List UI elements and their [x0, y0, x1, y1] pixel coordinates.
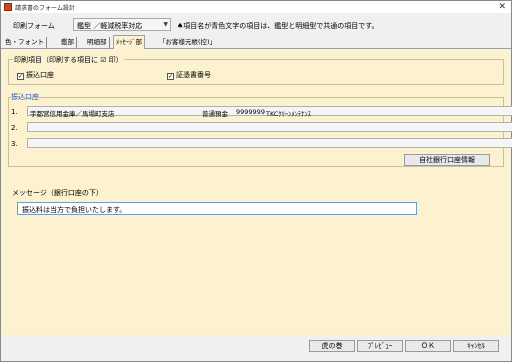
print-form-select[interactable]: 鑑型 ／軽減税率対応 ▼ — [73, 18, 171, 31]
bank-row-number: 3. — [11, 140, 18, 148]
tab-message[interactable]: ﾒｯｾｰｼﾞ部 — [113, 35, 145, 50]
bank-row-number: 1. — [11, 108, 18, 116]
message-panel: 印刷項目（印刷する項目に ☑ 印） ✓ 振込口座 ✓ 証憑書番号 振込口座 1. 宇… — [2, 49, 512, 335]
print-form-label: 印刷フォーム — [13, 22, 55, 30]
ok-button[interactable]: ＯＫ — [405, 340, 451, 352]
tab-color-font[interactable]: 色・フォント — [3, 37, 47, 49]
tips-button[interactable]: 虎の巻 — [309, 340, 355, 352]
tab-meisai[interactable]: 明細部 — [85, 37, 110, 49]
company-bank-info-button[interactable]: 自社銀行口座情報 — [404, 154, 490, 166]
bank-account-row-3[interactable]: ▼ — [27, 138, 512, 148]
tab-bar: 色・フォント 鑑部 明細部 ﾒｯｾｰｼﾞ部 「お客様元帳(控)」 — [1, 35, 511, 50]
dialog-window: 請求書のフォーム設計 ✕ 印刷フォーム 鑑型 ／軽減税率対応 ▼ ♠項目名が青色… — [0, 0, 512, 362]
account-holder: TKCｸﾘｰﾝﾒﾝﾃﾅﾝｽ — [266, 110, 311, 118]
checkbox-box[interactable]: ✓ — [167, 73, 174, 80]
bank-name: 宇都宮信用金庫／馬場町支店 — [30, 110, 115, 118]
print-items-group: 印刷項目（印刷する項目に ☑ 印） ✓ 振込口座 ✓ 証憑書番号 — [8, 55, 504, 85]
chevron-down-icon[interactable]: ▼ — [163, 21, 168, 28]
checkbox-label: 振込口座 — [26, 71, 54, 79]
print-items-label: 印刷項目（印刷する項目に ☑ 印） — [13, 55, 124, 65]
close-icon[interactable]: ✕ — [498, 1, 506, 13]
preview-button[interactable]: ﾌﾟﾚﾋﾞｭｰ — [357, 340, 403, 352]
window-title: 請求書のフォーム設計 — [15, 5, 75, 12]
title-bar: 請求書のフォーム設計 ✕ — [1, 1, 511, 13]
common-item-note: ♠項目名が青色文字の項目は、鑑型と明細型で共通の項目です。 — [177, 22, 379, 30]
tab-kagami[interactable]: 鑑部 — [59, 37, 77, 49]
checkbox-bank-account[interactable]: ✓ 振込口座 — [17, 70, 54, 80]
tab-customer-ledger[interactable]: 「お客様元帳(控)」 — [157, 37, 218, 49]
print-form-select-value: 鑑型 ／軽減税率対応 — [77, 22, 143, 30]
bank-account-row-1[interactable]: 宇都宮信用金庫／馬場町支店 普通預金 9999999 TKCｸﾘｰﾝﾒﾝﾃﾅﾝｽ… — [27, 106, 512, 118]
message-label: メッセージ（銀行口座の下） — [12, 189, 103, 197]
bank-row-number: 2. — [11, 124, 18, 132]
form-header: 印刷フォーム 鑑型 ／軽減税率対応 ▼ ♠項目名が青色文字の項目は、鑑型と明細型… — [1, 13, 511, 37]
bank-account-row-2[interactable]: ▼ — [27, 122, 512, 132]
checkbox-label: 証憑書番号 — [176, 71, 211, 79]
cancel-button[interactable]: ｷｬﾝｾﾙ — [453, 340, 499, 352]
account-number: 9999999 — [236, 108, 265, 116]
account-type: 普通預金 — [202, 110, 228, 118]
message-input-value: 振込料は当方で負担いたします。 — [22, 206, 127, 214]
checkbox-voucher-number[interactable]: ✓ 証憑書番号 — [167, 70, 211, 80]
checkbox-box[interactable]: ✓ — [17, 73, 24, 80]
message-input[interactable]: 振込料は当方で負担いたします。 — [17, 202, 417, 215]
dialog-footer: 虎の巻 ﾌﾟﾚﾋﾞｭｰ ＯＫ ｷｬﾝｾﾙ — [1, 335, 511, 361]
app-icon — [4, 3, 12, 11]
